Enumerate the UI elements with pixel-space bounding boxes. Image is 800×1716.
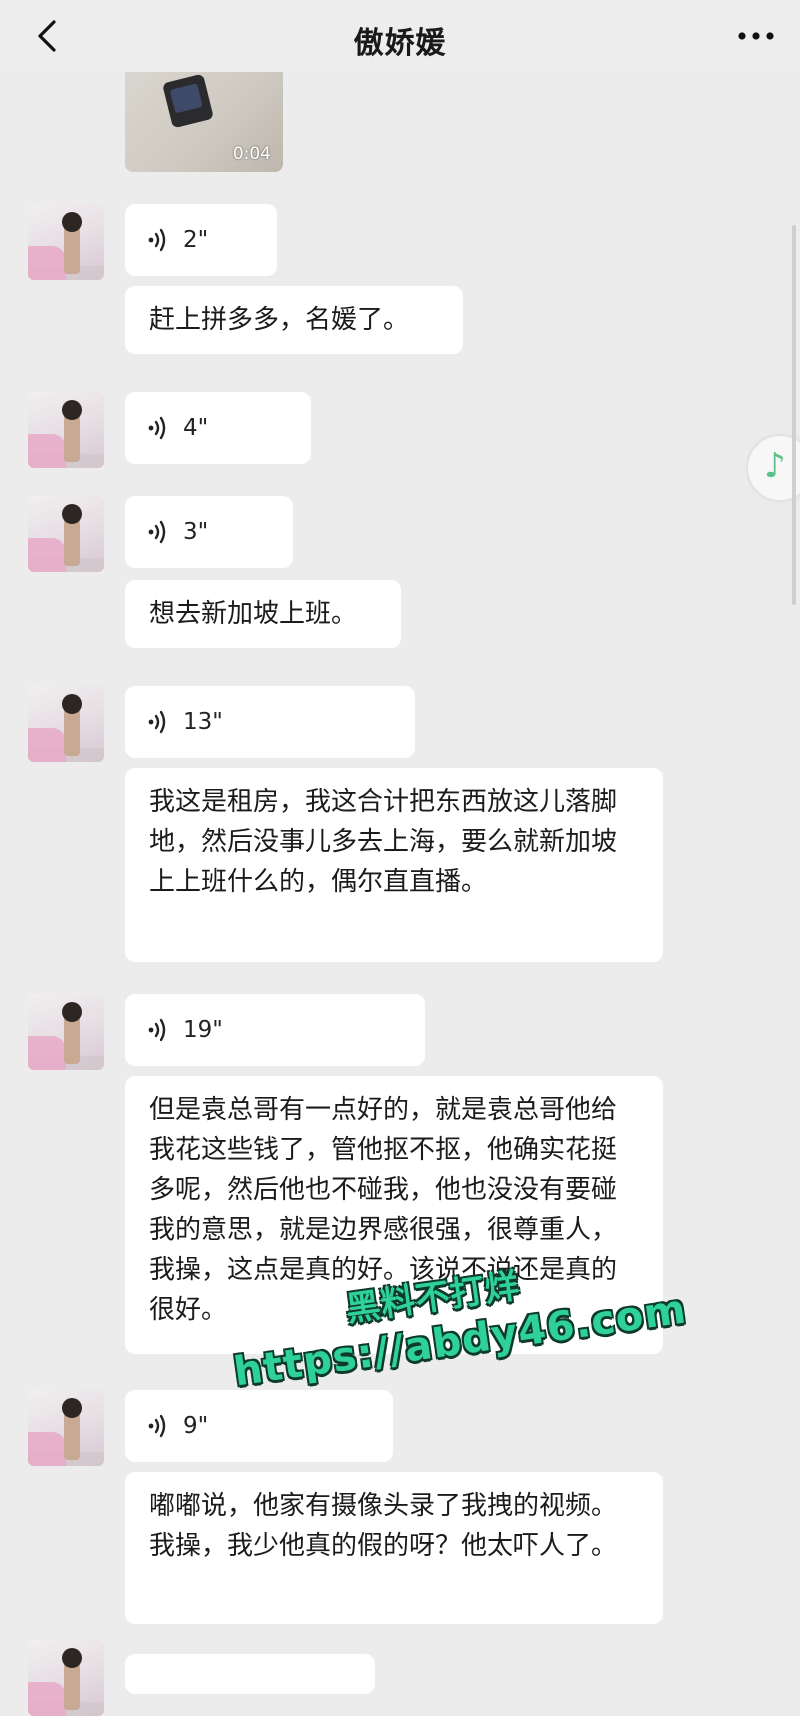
message-text: 我这是租房，我这合计把东西放这儿落脚地，然后没事儿多去上海，要么就新加坡上上班什…: [149, 787, 618, 897]
voice-message[interactable]: 13": [125, 686, 415, 758]
voice-duration: 13": [183, 709, 223, 735]
voice-wave-icon: [148, 416, 166, 440]
voice-wave-icon: [148, 520, 166, 544]
avatar[interactable]: [28, 1640, 104, 1716]
video-preview-phone: [162, 73, 214, 129]
voice-duration: 4": [183, 415, 209, 441]
music-note-icon: ♪: [764, 446, 786, 486]
voice-duration: 19": [183, 1017, 223, 1043]
voice-message[interactable]: 3": [125, 496, 293, 568]
message-text: 嘟嘟说，他家有摄像头录了我拽的视频。我操，我少他真的假的呀？他太吓人了。: [149, 1491, 618, 1561]
voice-message[interactable]: 9": [125, 1390, 393, 1462]
video-message-thumbnail[interactable]: 0:04: [125, 72, 283, 172]
voice-wave-icon: [148, 228, 166, 252]
text-message[interactable]: 赶上拼多多，名媛了。: [125, 286, 463, 354]
text-message[interactable]: 想去新加坡上班。: [125, 580, 401, 648]
avatar[interactable]: [28, 686, 104, 762]
scrollbar[interactable]: [792, 225, 796, 605]
more-dots-icon[interactable]: [734, 22, 778, 50]
voice-wave-icon: [148, 1018, 166, 1042]
message-text: 赶上拼多多，名媛了。: [149, 305, 410, 335]
voice-message[interactable]: [125, 1654, 375, 1694]
avatar[interactable]: [28, 204, 104, 280]
avatar[interactable]: [28, 392, 104, 468]
chat-title: 傲娇媛: [353, 26, 447, 61]
avatar[interactable]: [28, 496, 104, 572]
text-message[interactable]: 我这是租房，我这合计把东西放这儿落脚地，然后没事儿多去上海，要么就新加坡上上班什…: [125, 768, 663, 962]
voice-wave-icon: [148, 1414, 166, 1438]
voice-message[interactable]: 2": [125, 204, 277, 276]
message-text: 想去新加坡上班。: [149, 599, 358, 629]
voice-duration: 9": [183, 1413, 209, 1439]
voice-duration: 2": [183, 227, 209, 253]
voice-duration: 3": [183, 519, 209, 545]
voice-wave-icon: [148, 710, 166, 734]
video-duration: 0:04: [232, 144, 271, 164]
avatar[interactable]: [28, 1390, 104, 1466]
avatar[interactable]: [28, 994, 104, 1070]
text-message[interactable]: 嘟嘟说，他家有摄像头录了我拽的视频。我操，我少他真的假的呀？他太吓人了。: [125, 1472, 663, 1624]
voice-message[interactable]: 19": [125, 994, 425, 1066]
voice-message[interactable]: 4": [125, 392, 311, 464]
top-bar: 傲娇媛: [0, 0, 800, 72]
